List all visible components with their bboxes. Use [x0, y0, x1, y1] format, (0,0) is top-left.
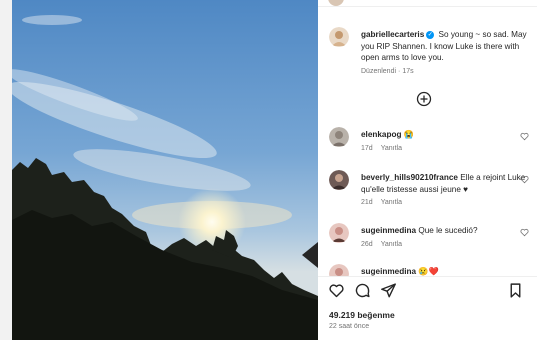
- edited-label: Düzenlendi: [361, 67, 397, 75]
- comment-username[interactable]: elenkapog: [361, 130, 402, 139]
- post-date: 22 saat önce: [329, 323, 370, 330]
- post-header: [318, 0, 537, 7]
- author-username[interactable]: gabriellecarteris: [361, 30, 424, 39]
- reply-button[interactable]: Yanıtla: [381, 199, 402, 206]
- comment-text: 😭: [403, 130, 414, 139]
- heart-outline-icon[interactable]: [520, 175, 529, 184]
- comment-text: Que le sucedió?: [418, 226, 478, 235]
- share-icon[interactable]: [380, 282, 397, 299]
- post-caption: gabriellecarteris ✓ So young ~ so sad. Ma…: [361, 29, 531, 75]
- comment-age: 17d: [361, 144, 373, 152]
- heart-icon[interactable]: [328, 282, 345, 299]
- verified-badge-icon: ✓: [426, 30, 435, 39]
- comment-icon[interactable]: [354, 282, 371, 299]
- commenter-avatar[interactable]: [329, 223, 349, 243]
- reply-button[interactable]: Yanıtla: [381, 145, 402, 152]
- caption-meta: Düzenlendi · 17s: [361, 67, 414, 75]
- heart-outline-icon[interactable]: [520, 228, 529, 237]
- author-avatar[interactable]: [329, 27, 349, 47]
- commenter-avatar[interactable]: [329, 170, 349, 190]
- heart-outline-icon[interactable]: [520, 132, 529, 141]
- backdrop-edge: [0, 0, 12, 340]
- comment-text: 😢❤️: [418, 267, 439, 276]
- bookmark-icon[interactable]: [507, 282, 524, 299]
- reply-button[interactable]: Yanıtla: [381, 241, 402, 248]
- comment-age: 26d: [361, 240, 373, 248]
- action-bar: [318, 282, 537, 302]
- caption-age: 17s: [402, 67, 414, 75]
- comment-age: 21d: [361, 199, 373, 206]
- author-avatar-mini[interactable]: [328, 0, 344, 6]
- post-image: [12, 0, 318, 340]
- comment-username[interactable]: sugeinmedina: [361, 226, 416, 235]
- commenter-avatar[interactable]: [329, 127, 349, 147]
- likes-count[interactable]: 49.219 beğenme: [329, 310, 395, 320]
- comment-username[interactable]: sugeinmedina: [361, 267, 416, 276]
- panel-edge: [537, 0, 542, 340]
- actions-section: 49.219 beğenme 22 saat önce: [318, 277, 537, 340]
- comment-username[interactable]: beverly_hills90210france: [361, 173, 458, 182]
- comments-panel: gabriellecarteris ✓ So young ~ so sad. Ma…: [318, 0, 537, 340]
- plus-circle-icon[interactable]: [416, 91, 432, 107]
